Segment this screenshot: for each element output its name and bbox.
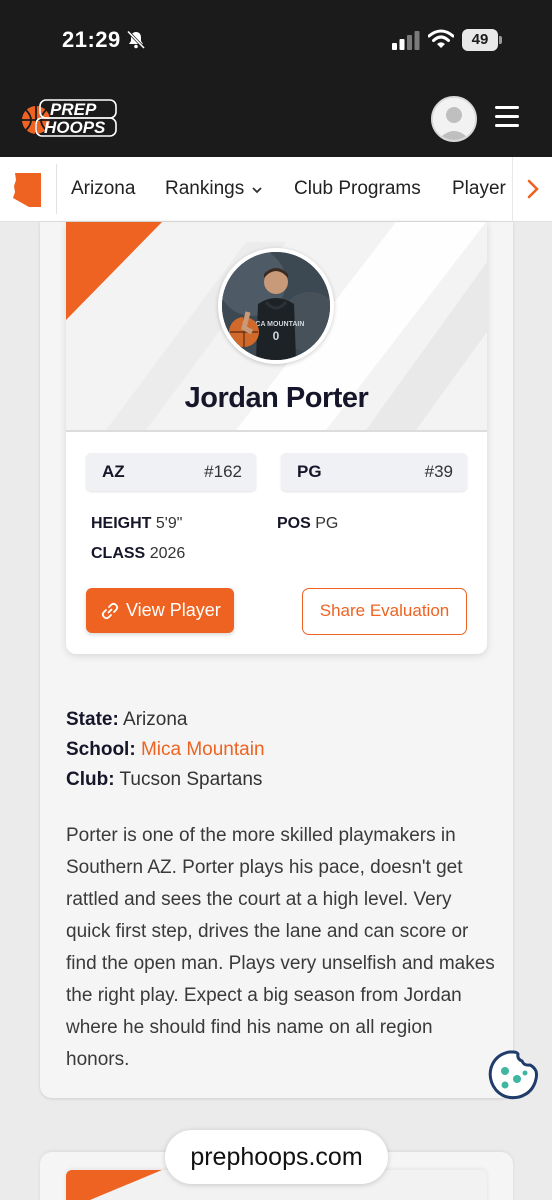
position-rank-label: PG: [297, 462, 322, 481]
height-label: HEIGHT: [91, 515, 152, 532]
height-value: 5'9": [155, 515, 183, 532]
player-card: MICA MOUNTAIN 0 Jordan Porter AZ #162 PG…: [66, 222, 487, 654]
position-rank-badge: PG #39: [281, 453, 467, 491]
card-divider: [66, 430, 487, 432]
position-rank-value: #39: [424, 462, 453, 481]
browser-url-bar[interactable]: prephoops.com: [165, 1130, 388, 1184]
share-evaluation-button[interactable]: Share Evaluation: [302, 588, 467, 635]
position-value: PG: [315, 515, 339, 532]
height-stat: HEIGHT 5'9": [91, 515, 182, 533]
club-detail-value: Tucson Spartans: [119, 769, 263, 790]
state-detail-label: State:: [66, 709, 119, 730]
player-photo: MICA MOUNTAIN 0: [218, 248, 334, 364]
status-time: 21:29: [62, 27, 121, 52]
nav-item-club-programs[interactable]: Club Programs: [294, 178, 421, 200]
battery-level: 49: [462, 29, 498, 51]
prephoops-logo[interactable]: PREP HOOPS: [20, 96, 120, 140]
class-value: 2026: [149, 545, 186, 562]
state-rank-label: AZ: [102, 462, 125, 481]
nav-item-arizona[interactable]: Arizona: [71, 178, 135, 200]
chevron-down-icon: [252, 187, 262, 194]
logo-prep-text: PREP: [50, 100, 97, 119]
logo-hoops-text: HOOPS: [44, 118, 106, 137]
class-stat: CLASS 2026: [91, 545, 185, 563]
player-name: Jordan Porter: [184, 382, 369, 414]
position-label: POS: [277, 515, 311, 532]
club-detail-label: Club:: [66, 769, 115, 790]
school-detail-label: School:: [66, 739, 136, 760]
arizona-state-icon[interactable]: [12, 172, 44, 208]
battery-icon: 49: [462, 29, 502, 51]
menu-icon[interactable]: [495, 106, 519, 128]
bell-slash-icon: [126, 30, 146, 50]
nav-item-player[interactable]: Player: [452, 178, 506, 200]
profile-icon[interactable]: [431, 96, 477, 142]
view-player-label: View Player: [126, 600, 221, 620]
signal-icon: [392, 31, 420, 50]
player-card-header: MICA MOUNTAIN 0 Jordan Porter: [66, 222, 487, 430]
evaluation-text: Porter is one of the more skilled playma…: [66, 825, 495, 1070]
cookie-icon[interactable]: [487, 1049, 539, 1101]
class-label: CLASS: [91, 545, 146, 562]
nav-divider: [56, 164, 57, 214]
view-player-button[interactable]: View Player: [86, 588, 234, 633]
club-detail: Club: Tucson Spartans: [66, 769, 262, 791]
position-stat: POS PG: [277, 515, 338, 533]
state-rank-value: #162: [204, 462, 242, 481]
state-rank-badge: AZ #162: [86, 453, 256, 491]
nav-item-rankings[interactable]: Rankings: [165, 178, 244, 200]
state-detail: State: Arizona: [66, 709, 187, 731]
school-link[interactable]: Mica Mountain: [141, 739, 265, 760]
chevron-right-icon: [527, 179, 539, 199]
school-detail: School: Mica Mountain: [66, 739, 265, 761]
nav-scroll-right-button[interactable]: [512, 157, 552, 221]
link-icon: [101, 602, 119, 620]
jersey-number: 0: [273, 329, 280, 343]
state-detail-value: Arizona: [123, 709, 188, 730]
wifi-icon: [428, 29, 454, 48]
